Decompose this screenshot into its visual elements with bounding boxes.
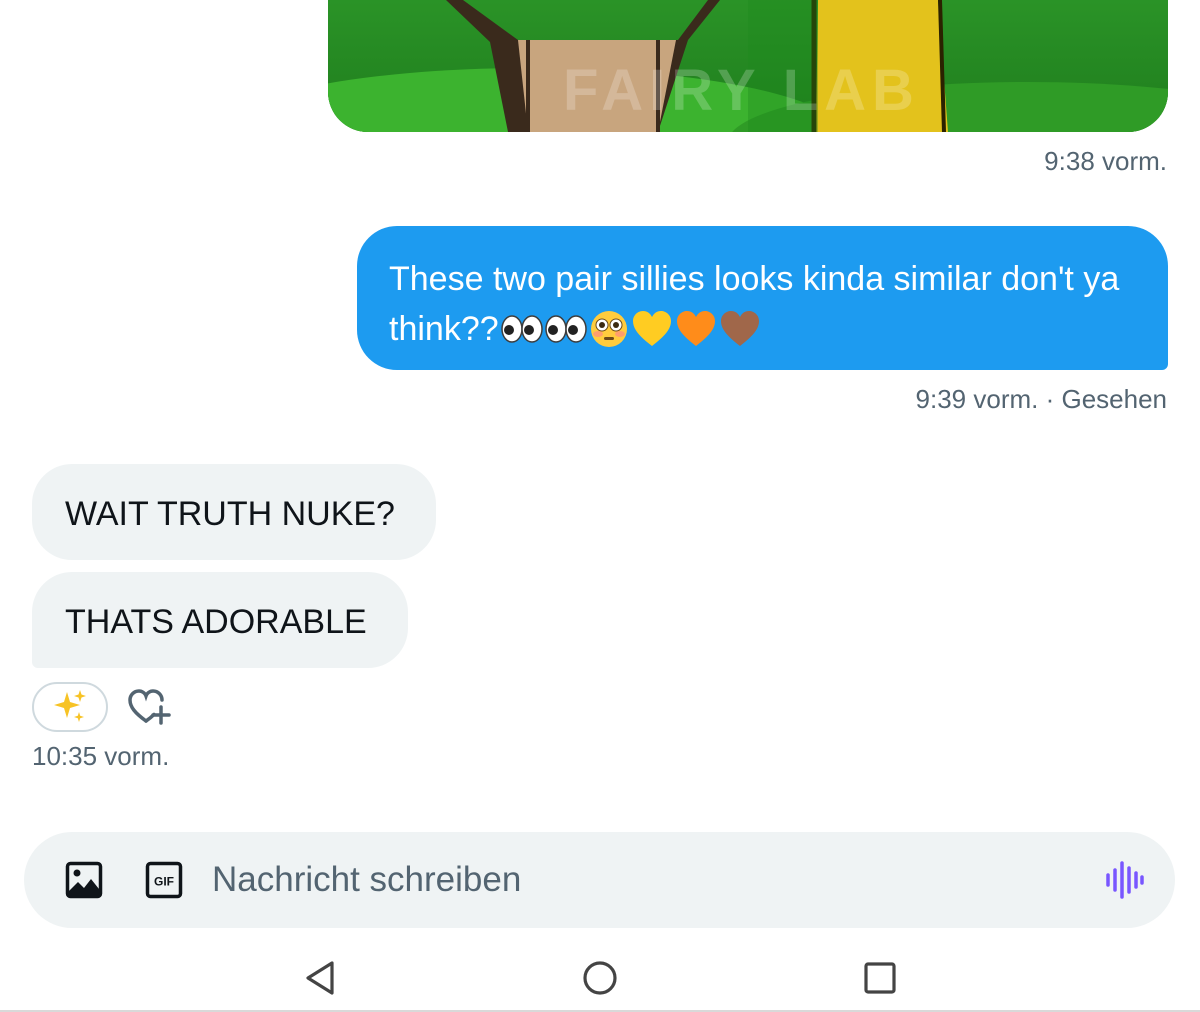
reaction-sparkles[interactable] [32,682,108,732]
message-timestamp: 10:35 vorm. [32,741,170,771]
system-navigation-bar [0,940,1200,1012]
add-gif-button[interactable]: GIF [144,860,184,900]
received-text-message[interactable]: WAIT TRUTH NUKE? [32,464,436,560]
sparkles-emoji [54,690,86,722]
received-text-message[interactable]: THATS ADORABLE [32,572,408,668]
eyes-emoji [544,315,587,343]
add-image-button[interactable] [64,860,104,900]
flushed-face-emoji [590,311,627,347]
sent-image-message[interactable]: FAIRY LAB [328,0,1168,132]
sent-image-preview: FAIRY LAB [328,0,1168,132]
image-watermark: FAIRY LAB [563,58,920,123]
nav-back-button[interactable] [290,954,350,1002]
emoji-group [500,309,761,349]
dm-conversation-screen: FAIRY LAB 9:38 vorm. These two pair sill… [0,0,1200,1012]
gif-label: GIF [154,875,174,889]
home-icon [583,961,617,995]
voice-message-button[interactable] [1102,860,1146,900]
recents-icon [864,962,896,994]
sent-text-message[interactable]: These two pair sillies looks kinda simil… [357,226,1168,370]
yellow-heart-emoji [632,311,671,346]
message-timestamp: 9:38 vorm. [1044,146,1167,176]
heart-plus-icon [128,689,171,725]
message-text: THATS ADORABLE [65,603,367,641]
message-input[interactable] [212,854,1072,906]
eyes-emoji [500,315,543,343]
nav-recents-button[interactable] [850,954,910,1002]
orange-heart-emoji [676,311,715,346]
gif-icon: GIF [145,861,183,899]
nav-home-button[interactable] [570,954,630,1002]
message-text: WAIT TRUTH NUKE? [65,495,395,533]
message-composer: GIF [24,832,1175,928]
brown-heart-emoji [720,311,759,346]
back-icon [306,961,334,995]
message-status: 9:39 vorm. · Gesehen [915,384,1167,414]
add-reaction-button[interactable] [124,686,174,728]
voice-message-icon [1106,861,1144,899]
image-icon [65,861,103,899]
